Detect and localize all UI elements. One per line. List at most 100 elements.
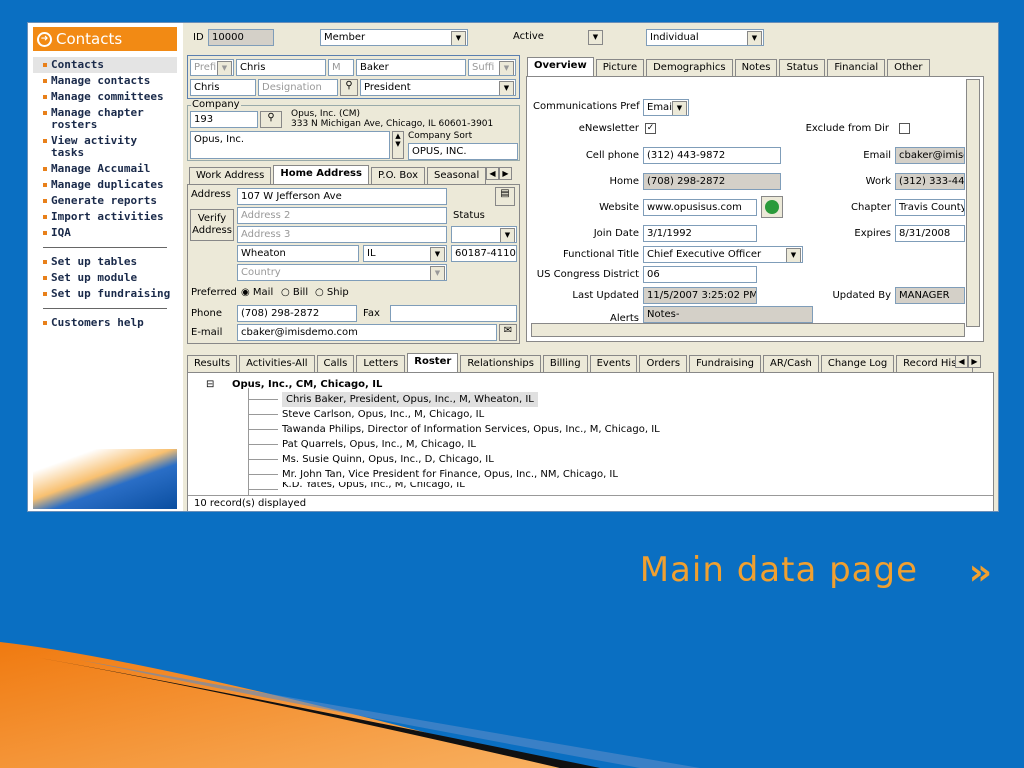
ov-email-field[interactable]: cbaker@imisde (895, 147, 965, 164)
list-item[interactable]: Pat Quarrels, Opus, Inc., M, Chicago, IL (192, 437, 989, 452)
next-arrow-icon[interactable]: » (969, 552, 992, 593)
state-select[interactable]: IL (363, 245, 447, 262)
functional-title-select[interactable]: Chief Executive Officer (643, 246, 803, 263)
company-id-field[interactable]: 193 (190, 111, 258, 128)
comm-pref-select[interactable]: Email (643, 99, 689, 116)
tab-letters[interactable]: Letters (356, 355, 406, 372)
tab-events[interactable]: Events (589, 355, 638, 372)
id-field[interactable]: 10000 (208, 29, 274, 46)
tab-overview[interactable]: Overview (527, 57, 594, 76)
company-search-icon[interactable]: ⚲ (260, 111, 282, 128)
tab-roster[interactable]: Roster (407, 353, 459, 372)
sidebar-item-manage-contacts[interactable]: Manage contacts (33, 73, 177, 89)
prefix-select[interactable]: Prefi (190, 59, 234, 76)
alerts-field[interactable]: Notes- (643, 306, 813, 323)
company-scroll[interactable]: ▲ ▼ (392, 131, 404, 159)
category-select[interactable]: Individual (646, 29, 764, 46)
city-field[interactable]: Wheaton (237, 245, 359, 262)
tab-notes[interactable]: Notes (734, 59, 778, 76)
first-name-field[interactable]: Chris (236, 59, 326, 76)
tab-fundraising[interactable]: Fundraising (689, 355, 762, 372)
list-item[interactable]: Chris Baker, President, Opus, Inc., M, W… (192, 392, 989, 407)
globe-icon[interactable] (761, 196, 783, 218)
zip-field[interactable]: 60187-4110 (451, 245, 517, 262)
tab-financial[interactable]: Financial (827, 59, 886, 76)
status-select[interactable]: Active (510, 29, 604, 46)
tab-ar-cash[interactable]: AR/Cash (763, 355, 819, 372)
sidebar-item-setup-module[interactable]: Set up module (33, 270, 177, 286)
member-type-select[interactable]: Member (320, 29, 468, 46)
sidebar-item-setup-fundraising[interactable]: Set up fundraising (33, 286, 177, 302)
expires-field[interactable]: 8/31/2008 (895, 225, 965, 242)
tab-home-address[interactable]: Home Address (273, 165, 369, 184)
pref-bill-radio[interactable]: ○ Bill (281, 287, 308, 298)
pref-ship-radio[interactable]: ○ Ship (315, 287, 349, 298)
sidebar-item-help[interactable]: Customers help (33, 315, 177, 331)
right-arrow-icon[interactable]: ▶ (499, 167, 512, 180)
search-icon[interactable]: ⚲ (340, 79, 358, 96)
last-name-field[interactable]: Baker (356, 59, 466, 76)
informal-name-field[interactable]: Chris (190, 79, 256, 96)
designation-field[interactable]: Designation (258, 79, 338, 96)
right-arrow-icon[interactable]: ▶ (968, 355, 981, 368)
list-item[interactable]: Ms. Susie Quinn, Opus, Inc., D, Chicago,… (192, 452, 989, 467)
exclude-dir-checkbox[interactable] (899, 123, 910, 134)
list-item[interactable]: Steve Carlson, Opus, Inc., M, Chicago, I… (192, 407, 989, 422)
list-item[interactable]: Mr. John Tan, Vice President for Finance… (192, 467, 989, 482)
website-field[interactable]: www.opusisus.com (643, 199, 757, 216)
work-field[interactable]: (312) 333-445 (895, 173, 965, 190)
chapter-field[interactable]: Travis County (895, 199, 965, 216)
verify-address-button[interactable]: Verify Address (190, 209, 234, 241)
company-sort-field[interactable]: OPUS, INC. (408, 143, 518, 160)
overview-vscroll[interactable] (966, 79, 980, 327)
sidebar-item-reports[interactable]: Generate reports (33, 193, 177, 209)
address-line3-field[interactable]: Address 3 (237, 226, 447, 243)
print-icon[interactable]: ▤ (495, 187, 515, 206)
tab-calls[interactable]: Calls (316, 355, 355, 372)
left-arrow-icon[interactable]: ◀ (955, 355, 968, 368)
tab-work-address[interactable]: Work Address (189, 167, 272, 184)
bottom-tab-scroll[interactable]: ◀ ▶ (955, 355, 981, 368)
email-field[interactable]: cbaker@imisdemo.com (237, 324, 497, 341)
fax-field[interactable] (390, 305, 517, 322)
sidebar-item-activity-tasks[interactable]: View activity tasks (33, 133, 177, 161)
tab-demographics[interactable]: Demographics (646, 59, 733, 76)
tab-results[interactable]: Results (187, 355, 238, 372)
sidebar-item-contacts[interactable]: Contacts (33, 57, 177, 73)
address-line2-field[interactable]: Address 2 (237, 207, 447, 224)
country-select[interactable]: Country (237, 264, 447, 281)
sidebar-item-accumail[interactable]: Manage Accumail (33, 161, 177, 177)
middle-name-field[interactable]: M (328, 59, 354, 76)
address-status-select[interactable] (451, 226, 517, 243)
sidebar-item-setup-tables[interactable]: Set up tables (33, 254, 177, 270)
list-item[interactable]: K.D. Yates, Opus, Inc., M, Chicago, IL (192, 482, 989, 490)
envelope-icon[interactable]: ✉ (499, 324, 517, 341)
tab-billing[interactable]: Billing (542, 355, 588, 372)
tab-activities-all[interactable]: Activities-All (239, 355, 315, 372)
tab-other[interactable]: Other (887, 59, 930, 76)
tab-orders[interactable]: Orders (639, 355, 688, 372)
sidebar-item-manage-committees[interactable]: Manage committees (33, 89, 177, 105)
address-tab-scroll[interactable]: ◀ ▶ (486, 167, 512, 180)
overview-hscroll[interactable] (531, 323, 965, 337)
address-line1-field[interactable]: 107 W Jefferson Ave (237, 188, 447, 205)
company-name-field[interactable]: Opus, Inc. (190, 131, 390, 159)
enewsletter-checkbox[interactable]: ✓ (645, 123, 656, 134)
tab-po-box[interactable]: P.O. Box (370, 167, 426, 184)
pref-mail-radio[interactable]: ◉ Mail (241, 287, 273, 298)
phone-field[interactable]: (708) 298-2872 (237, 305, 357, 322)
list-item[interactable]: Tawanda Philips, Director of Information… (192, 422, 989, 437)
roster-root[interactable]: Opus, Inc., CM, Chicago, IL (192, 377, 989, 392)
cell-field[interactable]: (312) 443-9872 (643, 147, 781, 164)
sidebar-item-iqa[interactable]: IQA (33, 225, 177, 241)
left-arrow-icon[interactable]: ◀ (486, 167, 499, 180)
suffix-select[interactable]: Suffi (468, 59, 516, 76)
title-select[interactable]: President (360, 79, 516, 96)
join-date-field[interactable]: 3/1/1992 (643, 225, 757, 242)
tab-status[interactable]: Status (779, 59, 826, 76)
tab-change-log[interactable]: Change Log (820, 355, 895, 372)
sidebar-item-chapter-rosters[interactable]: Manage chapter rosters (33, 105, 177, 133)
sidebar-item-import[interactable]: Import activities (33, 209, 177, 225)
tab-picture[interactable]: Picture (595, 59, 645, 76)
tab-relationships[interactable]: Relationships (460, 355, 541, 372)
